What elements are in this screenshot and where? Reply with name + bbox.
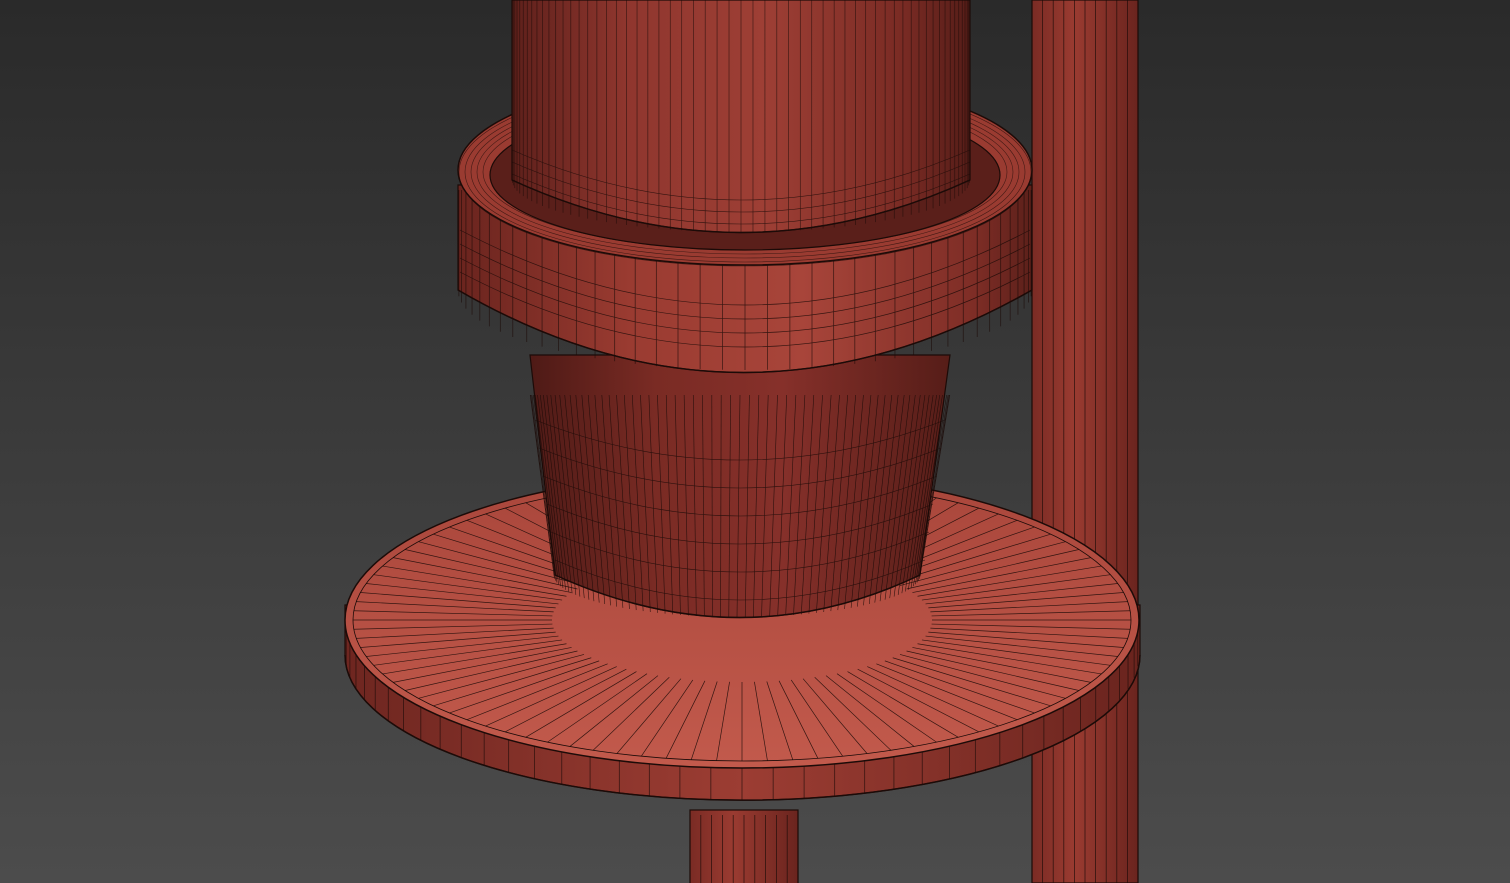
lower-stem: [689, 809, 799, 883]
vertical-pole: [1031, 0, 1139, 883]
wireframe-render: [0, 0, 1510, 883]
tapered-pot: [529, 354, 951, 619]
3d-viewport[interactable]: [0, 0, 1510, 883]
upper-cylinder: [511, 0, 971, 234]
